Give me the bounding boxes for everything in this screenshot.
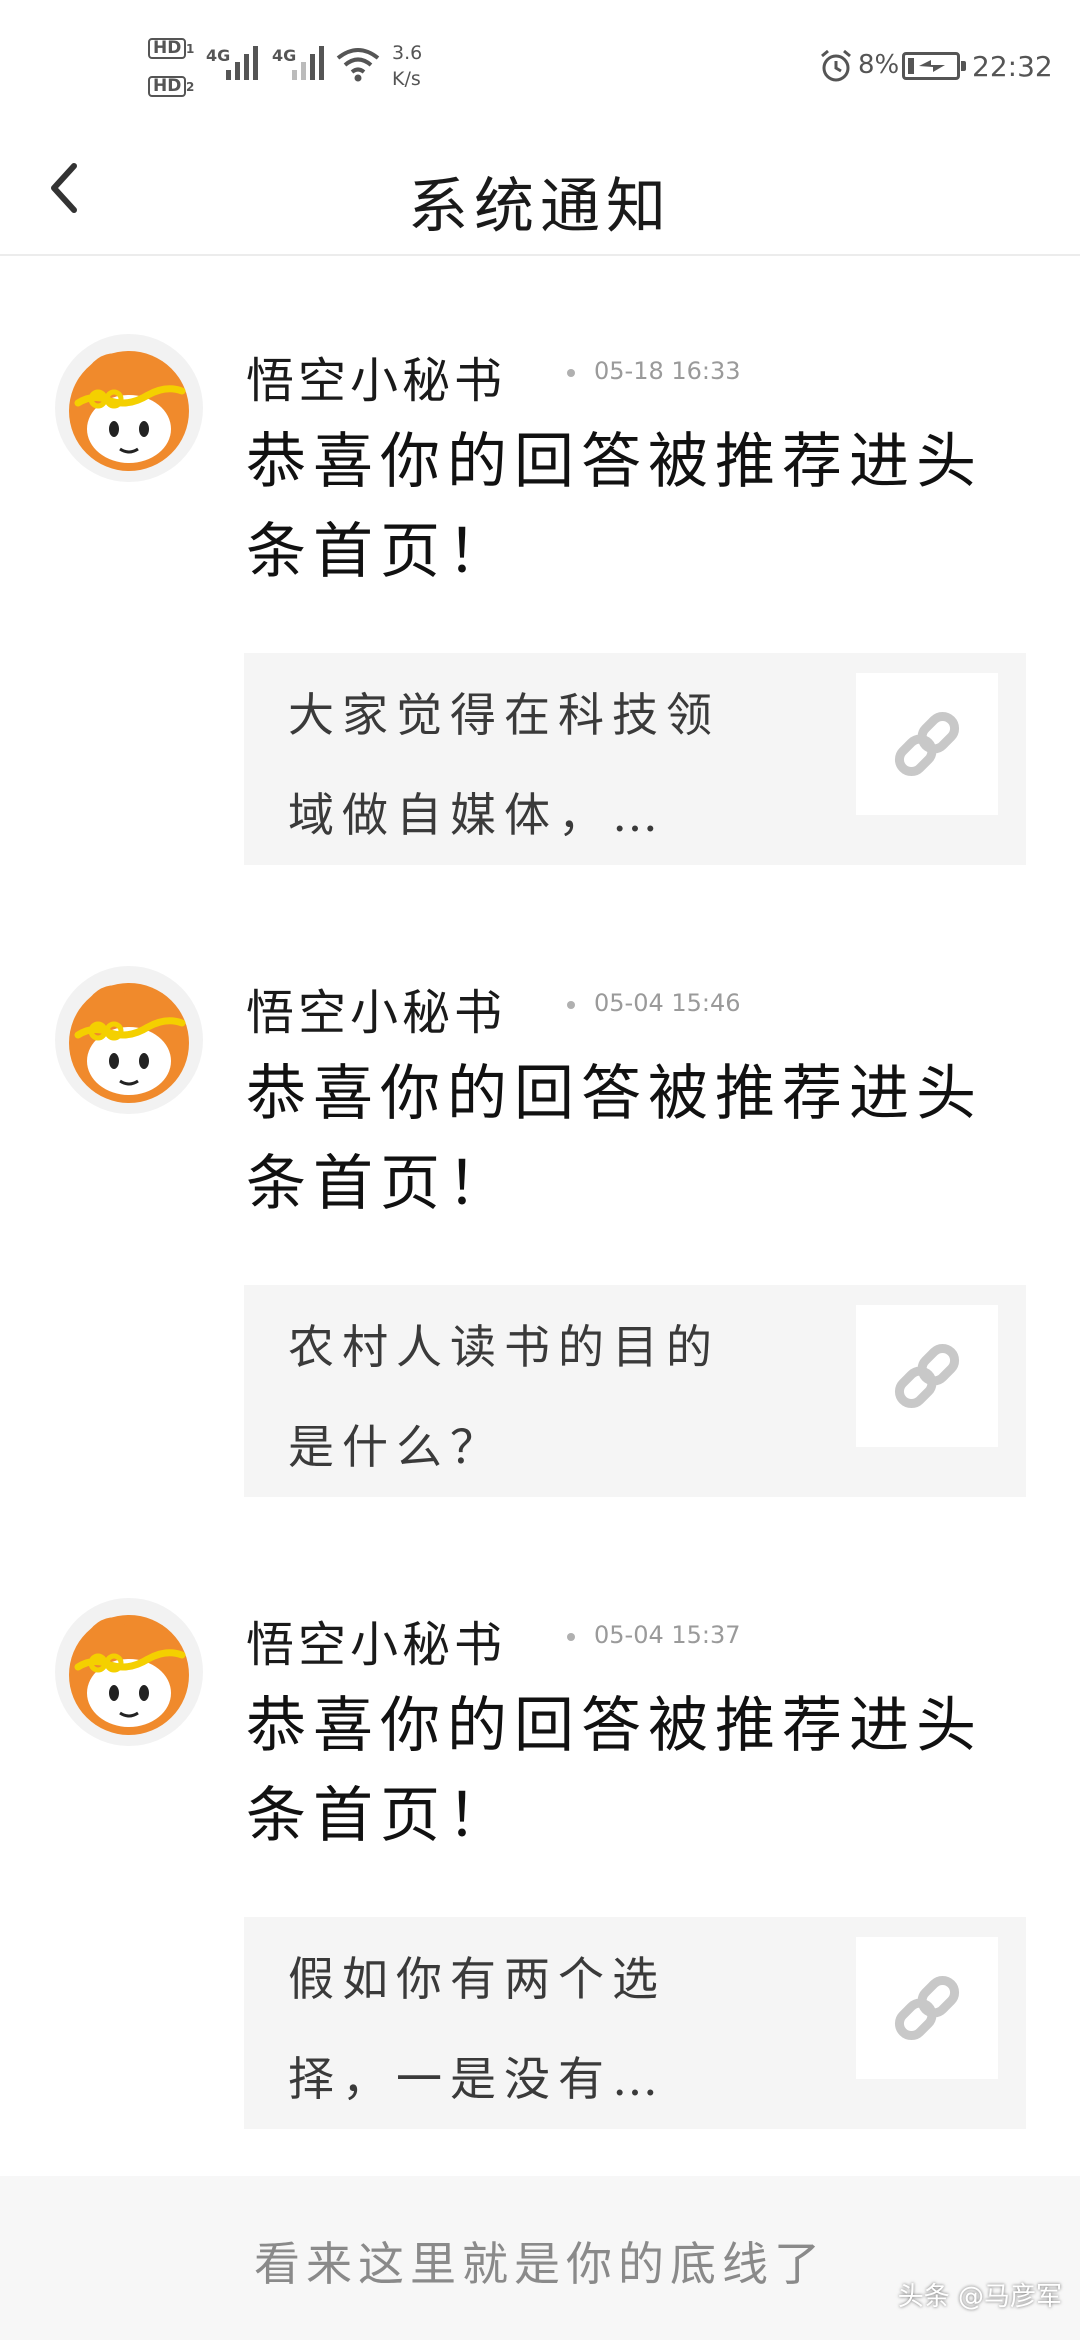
network-speed-unit: K/s xyxy=(392,68,421,90)
status-bar: HD 1 HD 2 4G 4G 3.6 K/s 8% 22:32 xyxy=(0,0,1080,120)
hd-badge-1-number: 1 xyxy=(186,42,195,56)
card-thumbnail xyxy=(856,673,998,815)
card-text: 大家觉得在科技领域做自媒体，… xyxy=(288,688,720,842)
page-title: 系统通知 xyxy=(408,172,672,242)
hd-badge-1: HD xyxy=(148,38,187,59)
sender-name[interactable]: 悟空小秘书 xyxy=(246,973,506,1043)
signal-icon xyxy=(292,46,324,80)
battery-charging-icon xyxy=(902,52,966,80)
monkey-avatar-icon[interactable] xyxy=(54,1597,204,1747)
monkey-avatar-icon[interactable] xyxy=(54,333,204,483)
linked-answer-card[interactable]: 农村人读书的目的是什么？ xyxy=(244,1285,1026,1497)
card-text: 假如你有两个选择，一是没有… xyxy=(288,1952,666,2106)
card-thumbnail xyxy=(856,1937,998,2079)
sender-name[interactable]: 悟空小秘书 xyxy=(246,1605,506,1675)
hd-badge-2: HD xyxy=(148,76,187,97)
notification-message: 恭喜你的回答被推荐进头条首页！ xyxy=(246,427,983,587)
watermark: 头条 @马彦军 xyxy=(897,2282,1062,2312)
clock-time: 22:32 xyxy=(972,50,1053,83)
linked-answer-card[interactable]: 大家觉得在科技领域做自媒体，… xyxy=(244,653,1026,865)
timestamp: 05-04 15:37 xyxy=(594,1621,741,1649)
timestamp: 05-04 15:46 xyxy=(594,989,741,1017)
network-speed: 3.6 K/s xyxy=(392,40,422,92)
link-icon xyxy=(894,711,960,777)
hd-badge-2-number: 2 xyxy=(186,80,195,94)
wifi-icon xyxy=(336,48,380,82)
battery-percent: 8% xyxy=(858,50,900,80)
alarm-icon xyxy=(821,49,851,82)
network-speed-value: 3.6 xyxy=(392,42,423,64)
list-end-footer: 看来这里就是你的底线了 头条 @马彦军 xyxy=(0,2176,1080,2340)
top-nav-bar: 系统通知 xyxy=(0,120,1080,256)
timestamp: 05-18 16:33 xyxy=(594,357,741,385)
notification-item[interactable]: 悟空小秘书 05-04 15:37 恭喜你的回答被推荐进头条首页！ 假如你有两个… xyxy=(0,1597,1080,2157)
notification-message: 恭喜你的回答被推荐进头条首页！ xyxy=(246,1691,983,1851)
notification-message: 恭喜你的回答被推荐进头条首页！ xyxy=(246,1059,983,1219)
notification-item[interactable]: 悟空小秘书 05-04 15:46 恭喜你的回答被推荐进头条首页！ 农村人读书的… xyxy=(0,965,1080,1525)
card-text: 农村人读书的目的是什么？ xyxy=(288,1320,720,1474)
separator-dot xyxy=(567,1001,575,1009)
separator-dot xyxy=(567,369,575,377)
notification-item[interactable]: 悟空小秘书 05-18 16:33 恭喜你的回答被推荐进头条首页！ 大家觉得在科… xyxy=(0,333,1080,893)
signal-icon xyxy=(226,46,258,80)
sender-name[interactable]: 悟空小秘书 xyxy=(246,341,506,411)
separator-dot xyxy=(567,1633,575,1641)
linked-answer-card[interactable]: 假如你有两个选择，一是没有… xyxy=(244,1917,1026,2129)
monkey-avatar-icon[interactable] xyxy=(54,965,204,1115)
card-thumbnail xyxy=(856,1305,998,1447)
link-icon xyxy=(894,1975,960,2041)
link-icon xyxy=(894,1343,960,1409)
